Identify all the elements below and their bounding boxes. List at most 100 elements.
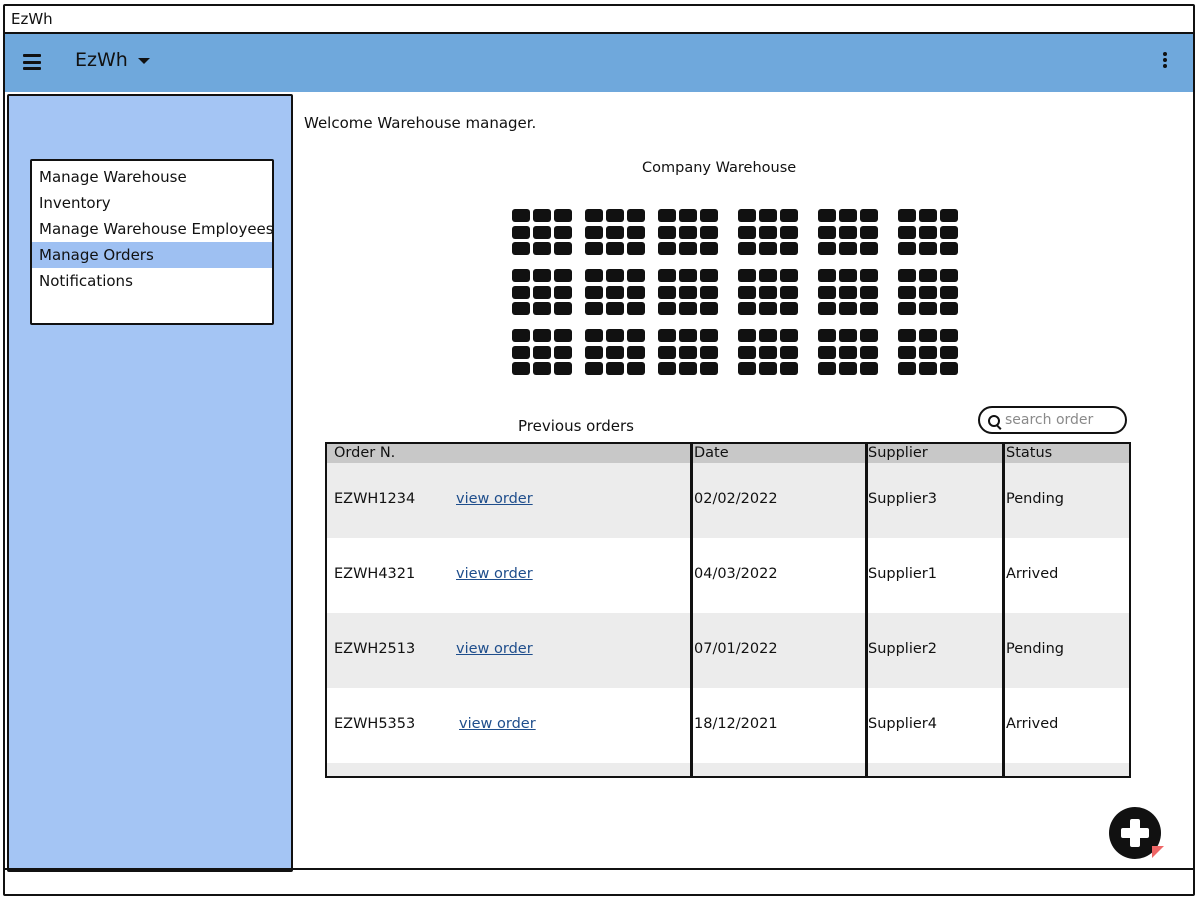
storage-slot [839,329,857,342]
sidebar-item-manage-warehouse-employees[interactable]: Manage Warehouse Employees [32,216,274,242]
storage-slot [738,242,756,255]
orders-title: Previous orders [518,417,634,435]
storage-slot [818,225,836,239]
storage-slot [658,269,676,282]
storage-slot [606,329,624,342]
storage-slot [606,209,624,222]
storage-slot [627,345,645,359]
sidebar: Manage Warehouse Inventory Manage Wareho… [7,94,293,872]
storage-slot [679,209,697,222]
window-title: EzWh [11,10,53,28]
table-row: EZWH4321 view order 04/03/2022 Supplier1… [327,538,1129,613]
storage-slot [627,285,645,299]
storage-slot [585,285,603,299]
storage-rack [658,329,718,377]
storage-slot [759,209,777,222]
storage-slot [759,285,777,299]
app-bar: EzWh [5,34,1193,92]
storage-slot [940,345,958,359]
app-title-dropdown[interactable]: EzWh [75,49,150,71]
sidebar-item-notifications[interactable]: Notifications [32,268,272,294]
warehouse-title: Company Warehouse [642,160,797,176]
column-header-supplier: Supplier [868,445,928,461]
storage-slot [533,302,551,315]
storage-slot [554,225,572,239]
storage-slot [738,269,756,282]
view-order-link[interactable]: view order [456,641,533,657]
storage-slot [627,302,645,315]
order-number: EZWH5353 [334,716,416,732]
sidebar-item-manage-orders[interactable]: Manage Orders [32,242,272,268]
view-order-link[interactable]: view order [456,566,533,582]
storage-slot [898,362,916,375]
storage-slot [700,285,718,299]
column-divider [690,444,693,776]
storage-slot [533,329,551,342]
storage-slot [839,269,857,282]
storage-slot [585,209,603,222]
column-divider [865,444,868,776]
order-status: Pending [1006,491,1064,507]
storage-slot [759,329,777,342]
storage-slot [627,362,645,375]
storage-rack [898,209,958,257]
status-bar [5,868,1193,894]
storage-slot [627,209,645,222]
orders-table: Order N. Date Supplier Status EZWH1234 v… [325,442,1131,778]
storage-slot [533,209,551,222]
storage-slot [585,269,603,282]
table-row: EZWH2513 view order 07/01/2022 Supplier2… [327,613,1129,688]
storage-slot [818,329,836,342]
storage-slot [919,225,937,239]
storage-slot [679,225,697,239]
storage-slot [738,225,756,239]
storage-rack [585,269,645,317]
storage-slot [839,209,857,222]
view-order-link[interactable]: view order [456,491,533,507]
search-input[interactable] [1005,410,1120,430]
app-title: EzWh [75,49,128,71]
storage-slot [860,302,878,315]
storage-slot [679,269,697,282]
kebab-icon[interactable] [1163,52,1167,70]
order-supplier: Supplier4 [868,716,937,732]
storage-slot [700,362,718,375]
storage-slot [898,242,916,255]
order-supplier: Supplier2 [868,641,937,657]
storage-slot [919,302,937,315]
storage-slot [919,209,937,222]
order-number: EZWH4321 [334,566,416,582]
storage-slot [839,285,857,299]
welcome-message: Welcome Warehouse manager. [304,114,537,132]
storage-slot [898,225,916,239]
storage-slot [940,209,958,222]
storage-slot [738,329,756,342]
storage-slot [679,285,697,299]
storage-slot [898,302,916,315]
order-date: 18/12/2021 [694,716,778,732]
storage-slot [780,285,798,299]
search-icon [988,415,1000,427]
storage-slot [780,242,798,255]
hamburger-icon[interactable] [23,54,41,70]
storage-rack [512,209,572,257]
order-status: Pending [1006,641,1064,657]
storage-slot [533,242,551,255]
storage-slot [919,345,937,359]
search-box[interactable] [978,406,1127,434]
storage-slot [860,225,878,239]
storage-slot [533,345,551,359]
storage-slot [512,302,530,315]
storage-slot [898,329,916,342]
sidebar-item-inventory[interactable]: Inventory [32,190,272,216]
column-divider [1002,444,1005,776]
storage-slot [554,209,572,222]
storage-rack [818,269,878,317]
sidebar-item-manage-warehouse[interactable]: Manage Warehouse [32,164,272,190]
storage-slot [759,345,777,359]
storage-slot [627,269,645,282]
storage-rack [738,209,798,257]
storage-slot [627,225,645,239]
storage-slot [780,225,798,239]
view-order-link[interactable]: view order [459,716,536,732]
